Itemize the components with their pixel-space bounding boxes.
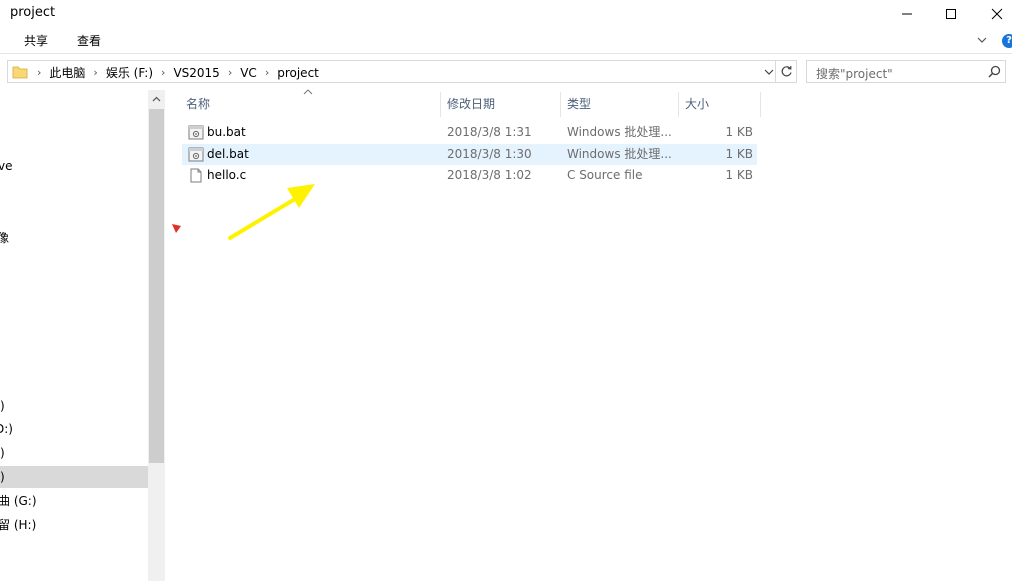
column-header-date[interactable]: 修改日期	[441, 92, 561, 117]
chevron-right-icon[interactable]: ›	[261, 66, 273, 79]
column-header-type[interactable]: 类型	[561, 92, 679, 117]
file-size: 1 KB	[725, 147, 753, 161]
search-box[interactable]: 搜索"project"	[806, 60, 1006, 83]
nav-item-drive-h[interactable]: 留 (H:)	[0, 514, 148, 536]
close-icon	[991, 8, 1003, 20]
batch-file-icon	[188, 147, 204, 162]
yellow-arrow-icon	[228, 184, 315, 240]
breadcrumb-project[interactable]: project	[273, 66, 323, 80]
search-input[interactable]: 搜索"project"	[816, 65, 893, 82]
breadcrumb-vs2015[interactable]: VS2015	[169, 66, 223, 80]
maximize-button[interactable]	[928, 0, 974, 28]
breadcrumb-vc[interactable]: VC	[236, 66, 261, 80]
refresh-button[interactable]	[776, 60, 797, 83]
file-size: 1 KB	[725, 168, 753, 182]
file-list: 名称 修改日期 类型 大小 bu.bat 2018/3/8 1:31 Windo…	[165, 89, 1012, 581]
scrollbar-thumb[interactable]	[149, 109, 164, 463]
file-type: C Source file	[567, 168, 643, 182]
nav-item[interactable]: ve	[0, 155, 148, 177]
chevron-right-icon[interactable]: ›	[89, 66, 101, 79]
table-row[interactable]: del.bat 2018/3/8 1:30 Windows 批处理... 1 K…	[182, 144, 757, 165]
table-row[interactable]: bu.bat 2018/3/8 1:31 Windows 批处理... 1 KB	[182, 122, 757, 143]
chevron-up-icon	[152, 96, 161, 101]
nav-item-drive-e[interactable]: :)	[0, 442, 148, 464]
close-button[interactable]	[974, 0, 1012, 28]
nav-scrollbar[interactable]	[148, 90, 165, 581]
nav-item-drive-c[interactable]: :)	[0, 395, 148, 417]
red-marker-icon	[172, 224, 181, 233]
address-dropdown-icon[interactable]	[763, 66, 775, 78]
navigation-pane: ve 像 :) D:) :) :) 曲 (G:) 留 (H:)	[0, 90, 148, 581]
ribbon-bar: 共享 查看 ?	[0, 28, 1012, 54]
column-header-name[interactable]: 名称	[180, 92, 441, 117]
chevron-right-icon[interactable]: ›	[157, 66, 169, 79]
file-date: 2018/3/8 1:31	[447, 125, 532, 139]
file-type: Windows 批处理...	[567, 125, 672, 139]
tab-view[interactable]: 查看	[73, 32, 105, 49]
chevron-right-icon[interactable]: ›	[224, 66, 236, 79]
refresh-icon	[781, 66, 792, 77]
document-file-icon	[190, 168, 202, 183]
breadcrumb-drive-f[interactable]: 娱乐 (F:)	[102, 64, 157, 81]
maximize-icon	[946, 9, 956, 19]
minimize-icon	[902, 13, 912, 15]
nav-item-drive-f[interactable]: :)	[0, 466, 148, 488]
breadcrumb-this-pc[interactable]: 此电脑	[45, 64, 89, 81]
file-name: del.bat	[207, 147, 249, 161]
file-date: 2018/3/8 1:02	[447, 168, 532, 182]
tab-share[interactable]: 共享	[20, 32, 52, 49]
file-name: bu.bat	[207, 125, 246, 139]
title-bar: project	[0, 0, 1012, 28]
batch-file-icon	[188, 125, 204, 140]
scroll-up-button[interactable]	[148, 90, 165, 107]
nav-item-drive-d[interactable]: D:)	[0, 418, 148, 440]
window-title: project	[10, 5, 56, 20]
minimize-button[interactable]	[884, 0, 930, 28]
chevron-right-icon[interactable]: ›	[33, 66, 45, 79]
address-bar[interactable]: › 此电脑 › 娱乐 (F:) › VS2015 › VC › project	[7, 60, 776, 83]
expand-ribbon-chevron-icon[interactable]	[976, 35, 988, 45]
folder-icon	[12, 66, 28, 79]
nav-item[interactable]: 像	[0, 227, 148, 249]
nav-item-drive-g[interactable]: 曲 (G:)	[0, 490, 148, 512]
file-type: Windows 批处理...	[567, 147, 672, 161]
search-icon[interactable]	[988, 65, 1001, 78]
help-icon[interactable]: ?	[1002, 34, 1012, 48]
column-header-size[interactable]: 大小	[679, 92, 761, 117]
breadcrumb: › 此电脑 › 娱乐 (F:) › VS2015 › VC › project	[33, 64, 323, 81]
file-date: 2018/3/8 1:30	[447, 147, 532, 161]
file-size: 1 KB	[725, 125, 753, 139]
